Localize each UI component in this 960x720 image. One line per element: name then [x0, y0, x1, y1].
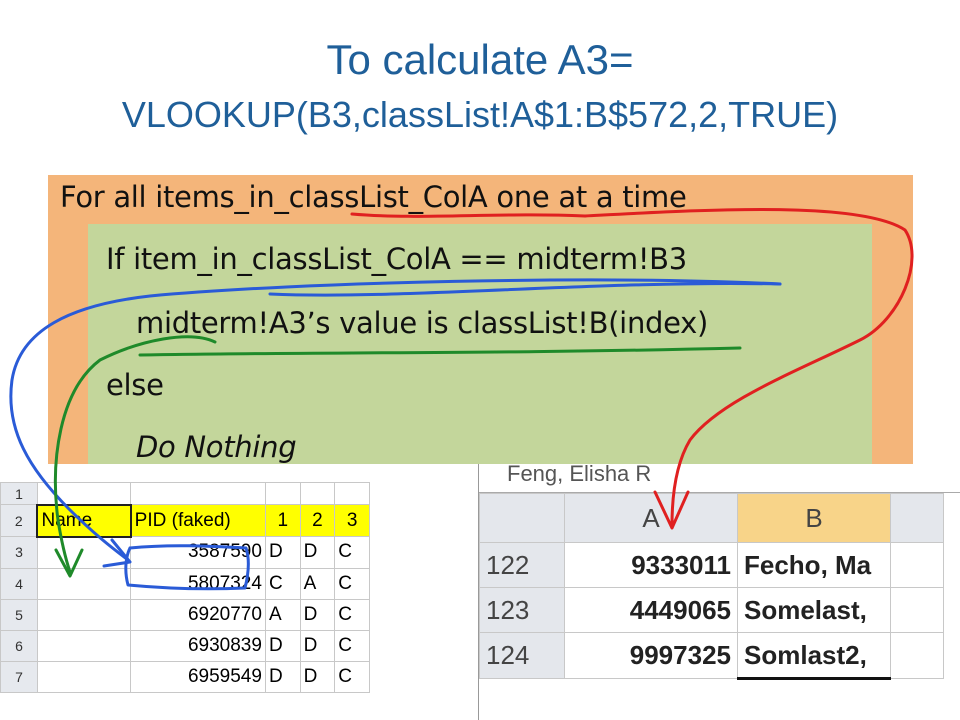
cell-name[interactable] [36, 536, 132, 569]
cell[interactable]: C [264, 567, 301, 600]
cell-pid[interactable]: 6930839 [130, 629, 266, 662]
clipped-cell-text: Feng, Elisha R [479, 464, 960, 493]
column-header-b[interactable]: B [737, 493, 891, 543]
cell-pid-header[interactable]: PID (faked) [130, 504, 266, 537]
cell[interactable]: A [299, 567, 336, 600]
row-header: 5 [0, 598, 38, 631]
cell-header[interactable]: 3 [334, 504, 370, 537]
corner-cell[interactable] [479, 493, 565, 543]
cell-name[interactable] [36, 660, 132, 693]
column-header-a[interactable]: A [564, 493, 738, 543]
midterm-sheet: 1 2 Name PID (faked) 1 2 3 3 3587590 D D… [0, 482, 370, 720]
cell-name[interactable]: Somlast2, [737, 632, 891, 680]
slide-title-formula: VLOOKUP(B3,classList!A$1:B$572,2,TRUE) [121, 94, 839, 135]
table-row: 6 6930839 D D C [0, 629, 370, 662]
cell-pid[interactable]: 6959549 [130, 660, 266, 693]
row-header: 2 [0, 504, 38, 537]
cell-pid[interactable]: 5807324 [130, 567, 266, 600]
row-header: 3 [0, 536, 38, 569]
cell[interactable]: C [334, 629, 370, 662]
cell-name[interactable] [36, 598, 132, 631]
code-line-if: If item_in_classList_ColA == midterm!B3 [106, 242, 687, 276]
cell-header[interactable]: 1 [264, 504, 301, 537]
cell-pid[interactable]: 3587590 [130, 536, 266, 569]
cell-pid[interactable]: 4449065 [564, 587, 738, 633]
cell[interactable]: C [334, 660, 370, 693]
cell[interactable]: D [299, 660, 336, 693]
cell-name[interactable] [36, 567, 132, 600]
cell-header[interactable]: 2 [299, 504, 336, 537]
cell[interactable]: D [299, 598, 336, 631]
classlist-sheet: Feng, Elisha R A B 122 9333011 Fecho, Ma… [478, 464, 960, 720]
cell[interactable]: C [334, 598, 370, 631]
row-header: 7 [0, 660, 38, 693]
row-header: 122 [479, 542, 565, 588]
cell-pid[interactable]: 9997325 [564, 632, 738, 679]
cell-name[interactable]: Fecho, Ma [737, 542, 891, 588]
cell[interactable]: D [264, 536, 301, 569]
cell[interactable]: C [334, 536, 370, 569]
table-row: 122 9333011 Fecho, Ma [479, 542, 944, 588]
row-header: 123 [479, 587, 565, 633]
table-row: 7 6959549 D D C [0, 660, 370, 693]
cell[interactable]: D [299, 629, 336, 662]
table-row: 124 9997325 Somlast2, [479, 632, 944, 680]
cell[interactable]: C [334, 567, 370, 600]
code-line-else: else [106, 368, 164, 402]
cell-pid[interactable]: 9333011 [564, 542, 738, 588]
code-line-assign: midterm!A3’s value is classList!B(index) [136, 306, 709, 340]
cell[interactable]: A [264, 598, 301, 631]
table-row: 3 3587590 D D C [0, 536, 370, 569]
cell-name[interactable] [36, 629, 132, 662]
row-header: 124 [479, 632, 565, 679]
row-header: 1 [0, 482, 38, 505]
table-row: 4 5807324 C A C [0, 567, 370, 600]
row-header: 6 [0, 629, 38, 662]
code-line-for: For all items_in_classList_ColA one at a… [60, 180, 687, 214]
row-header: 4 [0, 567, 38, 600]
code-line-do-nothing: Do Nothing [136, 430, 297, 464]
cell-name[interactable]: Somelast, [737, 587, 891, 633]
slide-title-line1: To calculate A3= [326, 36, 634, 83]
cell[interactable]: D [264, 660, 301, 693]
cell-name-header[interactable]: Name [36, 503, 132, 538]
table-row: 5 6920770 A D C [0, 598, 370, 631]
cell[interactable]: D [299, 536, 336, 569]
cell-pid[interactable]: 6920770 [130, 598, 266, 631]
cell[interactable]: D [264, 629, 301, 662]
table-row: 123 4449065 Somelast, [479, 587, 944, 633]
